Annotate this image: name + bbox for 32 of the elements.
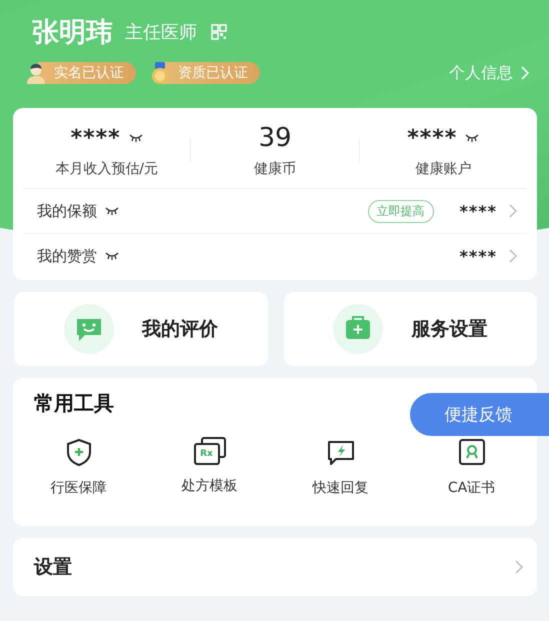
doctor-name: 张明玮 — [32, 16, 113, 50]
stat-label: 健康账户 — [415, 160, 472, 178]
shortcut-card[interactable]: 服务设置 — [284, 292, 537, 366]
tool-item[interactable]: Rx 处方模板 — [144, 437, 275, 497]
stat-label: 本月收入预估/元 — [55, 160, 158, 178]
chevron-right-icon — [515, 560, 523, 574]
feedback-button[interactable]: 便捷反馈 — [410, 393, 549, 436]
stat-value: 39 — [258, 123, 292, 153]
stat-label: 健康币 — [254, 160, 296, 178]
eye-closed-icon[interactable] — [128, 134, 143, 142]
eye-closed-icon[interactable] — [105, 207, 119, 215]
eye-closed-icon[interactable] — [105, 252, 119, 260]
stat-value: **** — [70, 126, 121, 150]
certificate-icon — [456, 437, 486, 467]
verified-badge: 实名已认证 — [38, 62, 136, 84]
eye-closed-icon[interactable] — [465, 134, 480, 142]
row-value: **** — [460, 202, 497, 220]
medical-kit-icon — [333, 304, 384, 354]
row-value: **** — [460, 246, 497, 266]
settings-row[interactable]: 设置 — [13, 538, 537, 596]
row-label: 我的赞赏 — [37, 246, 97, 266]
tool-item[interactable]: 快速回复 — [275, 437, 406, 497]
tool-item[interactable]: 行医保障 — [13, 437, 144, 497]
chevron-right-icon — [521, 66, 529, 80]
row-label: 我的保额 — [37, 202, 97, 220]
tool-item[interactable]: CA证书 — [406, 437, 537, 497]
verified-badge: 资质已认证 — [162, 62, 260, 84]
shortcut-card[interactable]: 我的评价 — [14, 292, 268, 366]
chat-smile-icon — [64, 304, 114, 354]
section-title: 常用工具 — [34, 390, 114, 417]
doctor-title: 主任医师 — [125, 21, 197, 44]
stat-value: **** — [407, 126, 458, 150]
